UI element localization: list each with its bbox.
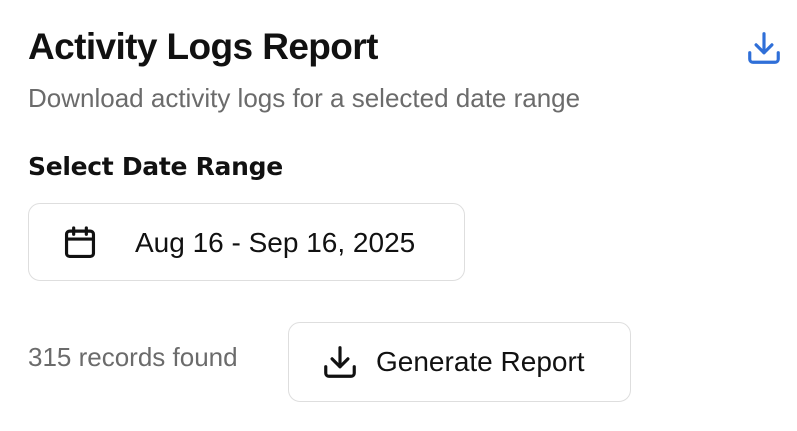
activity-logs-report-card: Activity Logs Report Download activity l…	[0, 0, 797, 431]
download-button[interactable]	[742, 26, 786, 70]
date-range-picker[interactable]: Aug 16 - Sep 16, 2025	[28, 203, 465, 281]
records-count: 315 records found	[28, 342, 238, 372]
generate-report-button[interactable]: Generate Report	[288, 322, 631, 402]
calendar-icon	[61, 224, 99, 262]
download-icon	[321, 343, 359, 381]
page-subtitle: Download activity logs for a selected da…	[28, 83, 581, 113]
download-icon	[745, 29, 783, 67]
date-range-label: Select Date Range	[28, 152, 283, 181]
page-title: Activity Logs Report	[28, 26, 378, 67]
date-range-value: Aug 16 - Sep 16, 2025	[135, 227, 416, 258]
generate-report-label: Generate Report	[376, 346, 585, 377]
